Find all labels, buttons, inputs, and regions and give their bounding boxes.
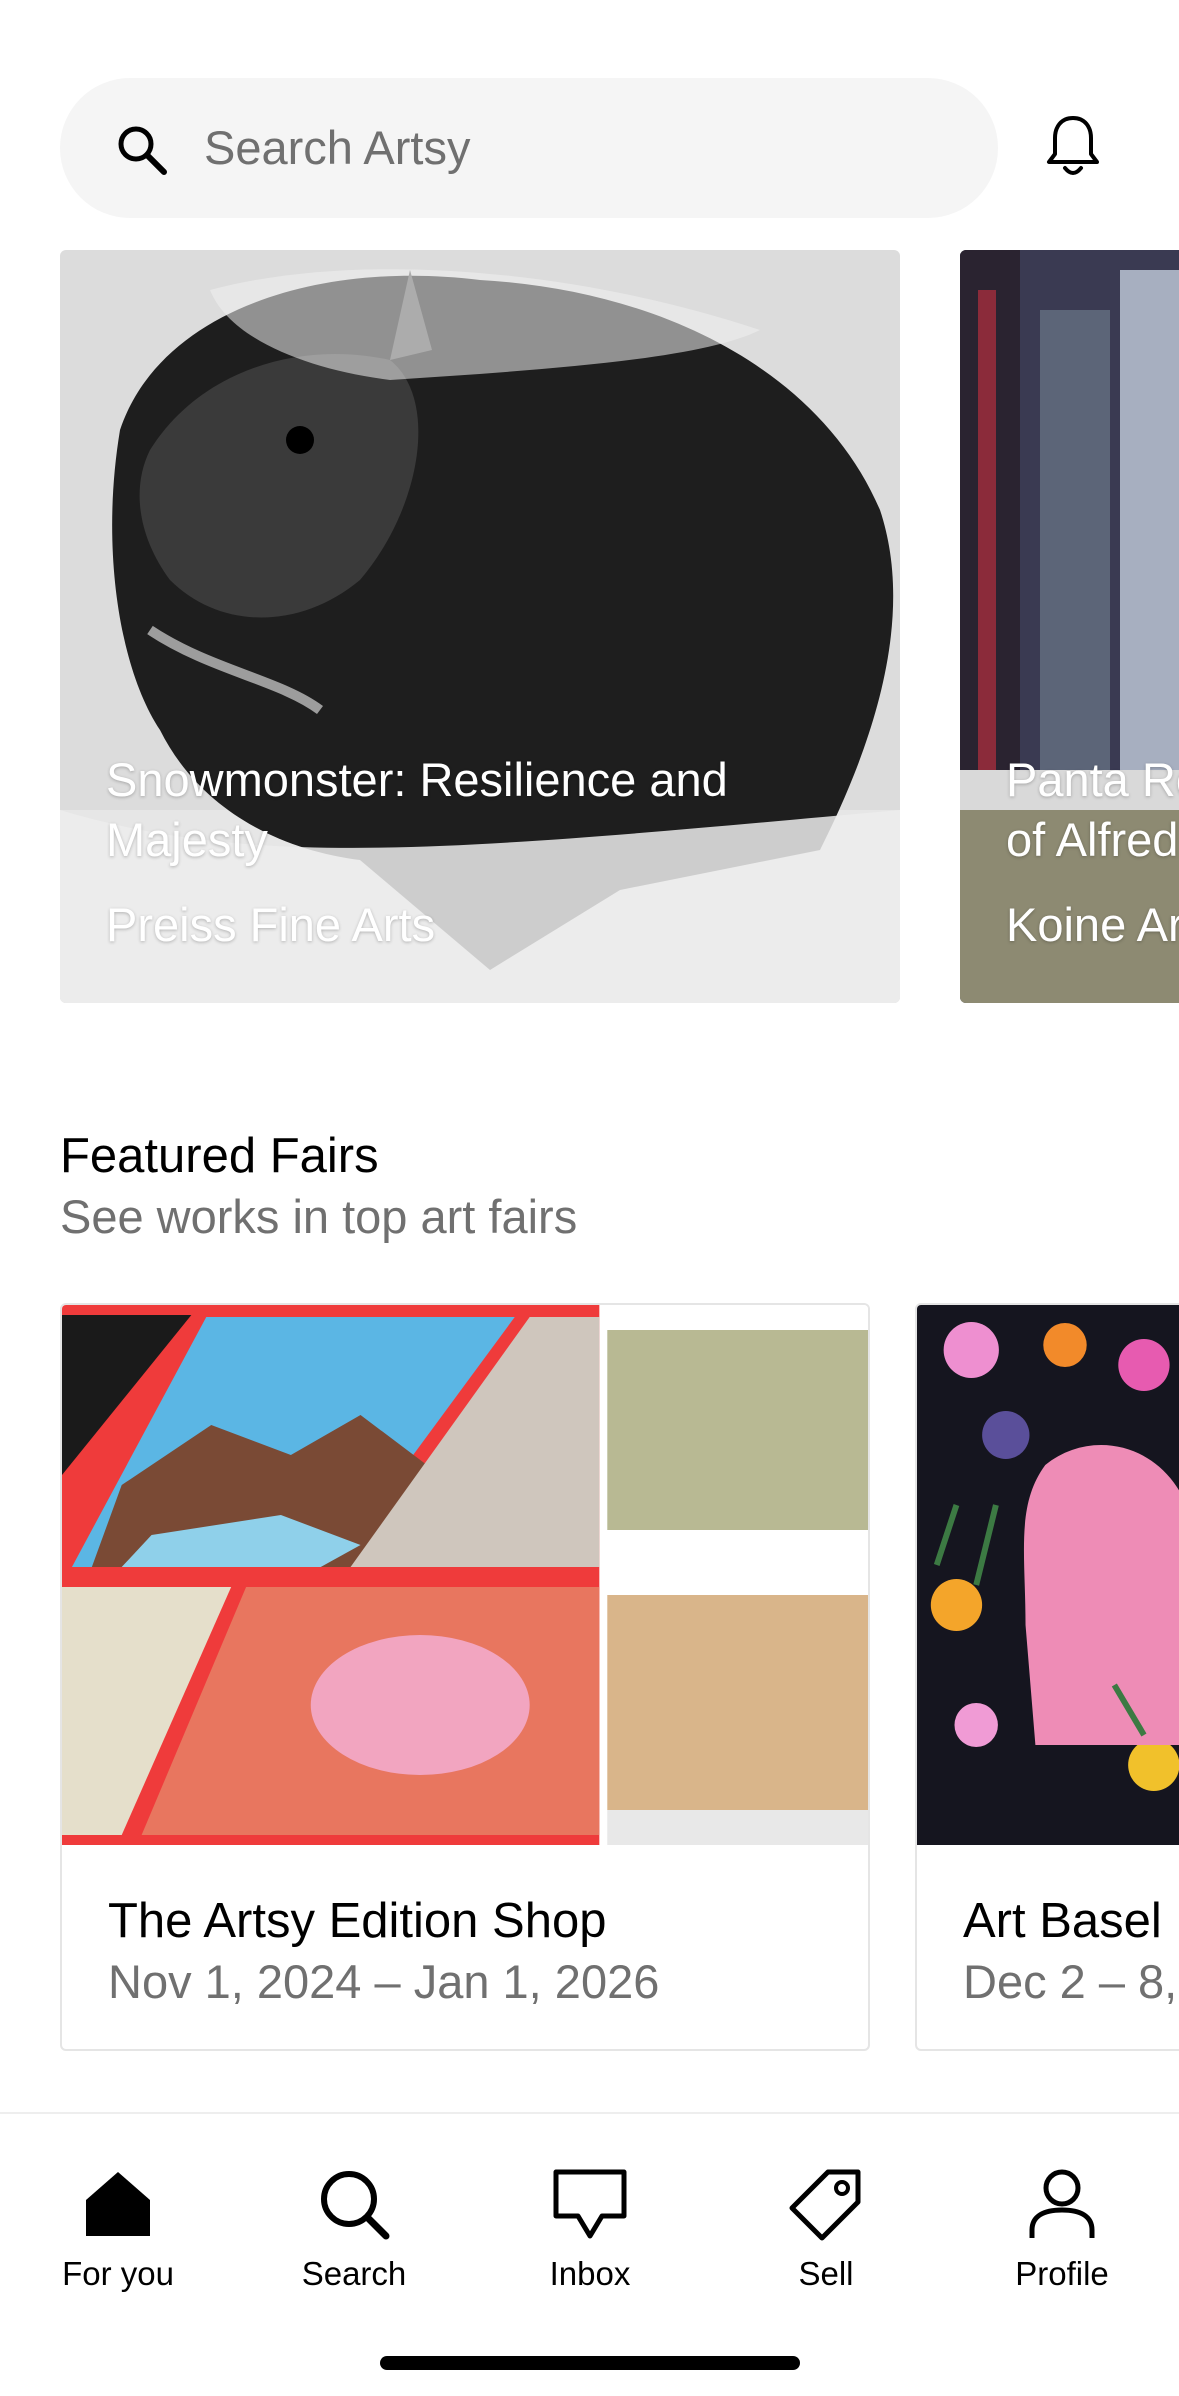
notifications-bell-icon[interactable] [1043,112,1103,180]
section-title: Featured Fairs [60,1129,379,1183]
fair-name: Art Basel I [963,1894,1179,1948]
tab-profile[interactable]: Profile [944,2114,1179,2314]
fair-dates: Nov 1, 2024 – Jan 1, 2026 [108,1955,660,2008]
fair-dates: Dec 2 – 8, 2 [963,1955,1179,2008]
bison-artwork-image [60,250,900,1003]
profile-icon [1029,2169,1095,2238]
show-card[interactable]: Panta Re of Alfred Koine Ar [960,250,1179,1003]
home-indicator[interactable] [380,2356,800,2370]
city-painting-image [960,250,1179,1003]
fair-card[interactable]: The Artsy Edition Shop Nov 1, 2024 – Jan… [60,1303,870,2051]
search-bar[interactable]: Search Artsy [60,78,998,218]
tab-label: Sell [798,2255,854,2292]
show-title: Panta Re of Alfred [1006,753,1179,866]
tab-label: Profile [1015,2255,1109,2292]
tab-search[interactable]: Search [236,2114,472,2314]
show-card[interactable]: Snowmonster: Resilience and Majesty Prei… [60,250,900,1003]
home-icon [86,2172,150,2236]
tab-inbox[interactable]: Inbox [472,2114,708,2314]
fair-artwork-collage [62,1305,868,1845]
tab-for-you[interactable]: For you [0,2114,236,2314]
fair-name: The Artsy Edition Shop [108,1894,607,1948]
tag-icon [789,2169,861,2241]
inbox-icon [553,2169,627,2239]
section-subtitle: See works in top art fairs [60,1190,578,1243]
fair-artwork-flowers [917,1305,1179,1845]
show-title: Snowmonster: Resilience and Majesty [106,753,728,866]
tab-sell[interactable]: Sell [708,2114,944,2314]
tab-label: Inbox [549,2255,631,2292]
bottom-tab-bar: For you Search Inbox Sell Profile [0,2112,1179,2396]
search-placeholder: Search Artsy [204,121,471,174]
tab-label: Search [301,2255,407,2292]
tab-label: For you [62,2255,174,2292]
search-icon [118,126,167,175]
search-icon [321,2171,390,2240]
show-partner: Koine Ar [1006,898,1179,951]
show-partner: Preiss Fine Arts [106,898,436,951]
fair-card[interactable]: Art Basel I Dec 2 – 8, 2 [915,1303,1179,2051]
